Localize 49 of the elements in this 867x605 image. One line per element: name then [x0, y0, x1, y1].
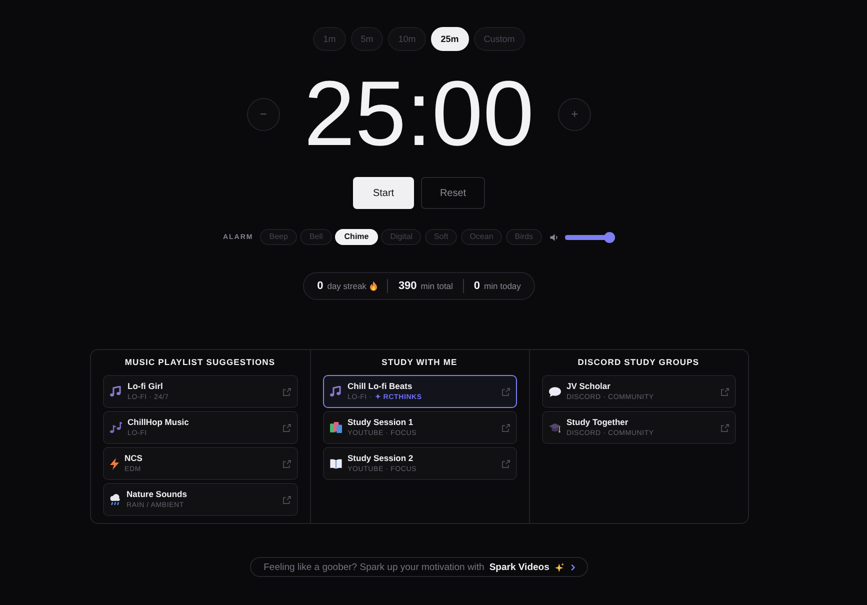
- rain-cloud-icon: [110, 494, 120, 506]
- spark-videos-banner[interactable]: Feeling like a goober? Spark up your motivation with Spark Videos: [250, 557, 588, 577]
- card-title: Lo-fi Girl: [128, 381, 164, 392]
- external-link-icon: [502, 460, 510, 468]
- speaker-icon: [550, 234, 558, 240]
- start-button[interactable]: Start: [353, 177, 414, 209]
- external-link-icon: [282, 496, 290, 504]
- section-heading: STUDY WITH ME: [380, 357, 458, 367]
- flame-icon: [370, 281, 378, 291]
- card-title: NCS: [124, 453, 144, 464]
- stat-label: min total: [420, 281, 453, 291]
- card-title: Study Session 1: [348, 417, 414, 428]
- external-link-icon: [502, 424, 510, 432]
- open-book-icon: [330, 458, 342, 468]
- stat-value: 0: [474, 280, 480, 292]
- external-link-icon: [282, 424, 290, 432]
- external-link-icon: [282, 388, 290, 396]
- lightning-bolt-icon: [110, 458, 118, 470]
- external-link-icon: [720, 388, 728, 396]
- music-note-icon: [330, 386, 342, 397]
- chevron-icon: [571, 564, 576, 570]
- speech-bubble-icon: [548, 386, 560, 396]
- graduation-cap-icon: [548, 422, 560, 432]
- card-title: Chill Lo-fi Beats: [348, 381, 414, 392]
- duration-preset[interactable]: 25m: [430, 27, 469, 51]
- card-title: Study Together: [566, 417, 630, 428]
- card-title: ChillHop Music: [128, 417, 190, 428]
- alarm-sound-option[interactable]: Chime: [335, 229, 378, 245]
- music-note-icon: [110, 386, 122, 397]
- stat-label: day streak: [327, 281, 366, 291]
- volume-thumb[interactable]: [604, 232, 616, 242]
- banner-text: Feeling like a goober? Spark up your motivation with: [264, 562, 484, 572]
- external-link-icon: [720, 424, 728, 432]
- spark-videos-link[interactable]: Spark Videos: [489, 562, 550, 572]
- stat-label: min today: [484, 281, 521, 291]
- section-heading: DISCORD STUDY GROUPS: [576, 357, 700, 367]
- card-title: Nature Sounds: [126, 489, 188, 500]
- timer-display: 25:00: [304, 68, 534, 160]
- card-title: JV Scholar: [566, 381, 612, 392]
- external-link-icon: [282, 460, 290, 468]
- section-heading: MUSIC PLAYLIST SUGGESTIONS: [124, 357, 276, 367]
- sparkle-icon: [555, 562, 564, 572]
- reset-button[interactable]: Reset: [421, 177, 485, 209]
- external-link-icon: [502, 388, 510, 396]
- books-icon: [330, 422, 342, 433]
- stat-value: 0: [317, 280, 324, 292]
- card-title: Study Session 2: [348, 453, 414, 464]
- music-notes-icon: [110, 422, 122, 433]
- stat-value: 390: [398, 280, 417, 292]
